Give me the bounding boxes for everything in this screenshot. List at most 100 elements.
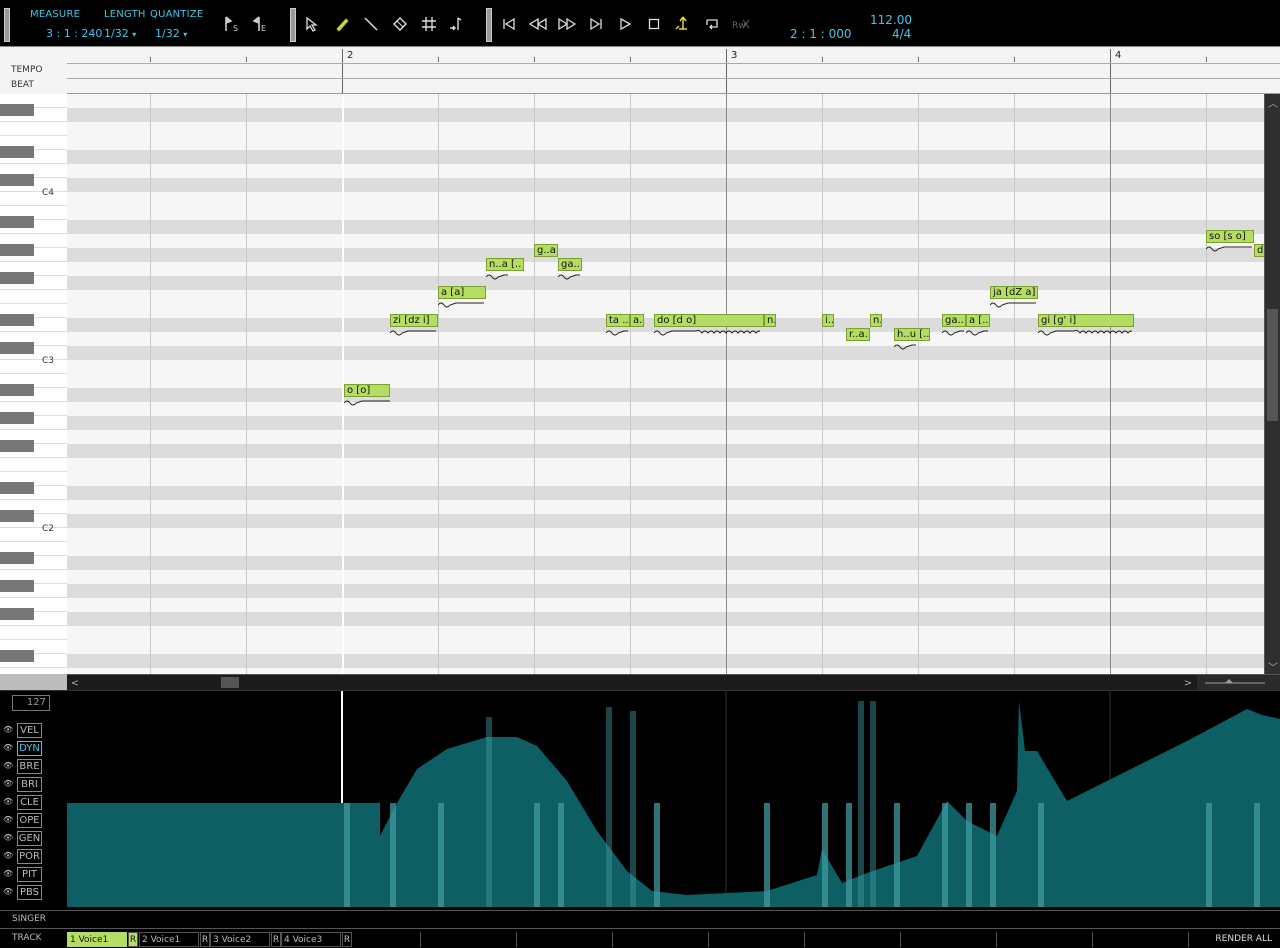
go-to-end-button[interactable] [584,12,608,36]
scroll-right-icon[interactable]: > [1181,676,1195,690]
vibrato-curve[interactable] [942,328,964,336]
tempo-row[interactable] [67,63,1280,78]
black-key[interactable] [0,146,34,158]
note[interactable]: gi [g' i] [1038,314,1134,327]
vibrato-curve[interactable] [390,328,436,336]
black-key[interactable] [0,552,34,564]
vibrato-curve[interactable] [990,300,1036,308]
track-tab-1[interactable]: 1 Voice1 [67,932,127,947]
control-graph[interactable] [67,691,1280,907]
render-toggle-4[interactable]: R [342,932,352,947]
velocity-bar[interactable] [1038,803,1044,907]
measure-ruler[interactable]: 2 3 4 [67,47,1280,63]
pencil-tool-button[interactable] [330,12,354,36]
eye-icon[interactable]: 👁 [3,869,15,879]
white-key[interactable] [0,122,67,136]
end-marker-button[interactable]: E [248,12,272,36]
note[interactable]: n.. [764,314,776,327]
note[interactable]: a [.. [966,314,990,327]
note[interactable]: so [s o] [1206,230,1254,243]
vibrato-curve[interactable] [438,300,484,308]
black-key[interactable] [0,440,34,452]
piano-keyboard[interactable]: C4 C3 C2 [0,94,67,674]
note[interactable]: i.. [822,314,834,327]
note[interactable]: o [o] [344,384,390,397]
toolbar-grip[interactable] [290,8,296,42]
note[interactable]: do [d o] [654,314,764,327]
white-key[interactable] [0,528,67,542]
velocity-bar[interactable] [654,803,660,907]
velocity-bar[interactable] [942,803,948,907]
note[interactable]: zi [dz i] [390,314,438,327]
note[interactable]: ja [dZ a] [990,286,1038,299]
quantize-dropdown[interactable]: 1/32 ▾ [155,27,187,40]
auto-scroll-button[interactable] [671,12,695,36]
velocity-bar[interactable] [630,711,636,907]
note[interactable]: n..a [.. [486,258,524,271]
scroll-up-icon[interactable]: ︿ [1266,95,1280,110]
toolbar-grip[interactable] [4,8,10,42]
param-pbs[interactable]: 👁 PBS [3,884,42,900]
velocity-bar[interactable] [846,803,852,907]
black-key[interactable] [0,244,34,256]
note[interactable]: ta ... [606,314,630,327]
eye-icon[interactable]: 👁 [3,833,15,843]
param-cle[interactable]: 👁 CLE [3,794,42,810]
line-tool-button[interactable] [359,12,383,36]
param-por[interactable]: 👁 POR [3,848,42,864]
black-key[interactable] [0,650,34,662]
render-toggle-3[interactable]: R [271,932,281,947]
vibrato-curve[interactable] [558,272,580,280]
black-key[interactable] [0,608,34,620]
black-key[interactable] [0,510,34,522]
stop-button[interactable] [642,12,666,36]
black-key[interactable] [0,216,34,228]
white-key[interactable] [0,626,67,640]
vertical-scroll-thumb[interactable] [1267,309,1278,421]
start-marker-button[interactable]: S [220,12,244,36]
black-key[interactable] [0,272,34,284]
black-key[interactable] [0,174,34,186]
black-key[interactable] [0,482,34,494]
velocity-bar[interactable] [764,803,770,907]
velocity-bar[interactable] [534,803,540,907]
auto-vibrato-button[interactable] [444,12,468,36]
black-key[interactable] [0,384,34,396]
vibrato-curve[interactable] [966,328,988,336]
vibrato-curve[interactable] [894,342,916,350]
rewind-button[interactable] [526,12,550,36]
vibrato-curve[interactable] [1038,328,1132,336]
dynamics-curve[interactable] [67,701,1280,907]
param-gen[interactable]: 👁 GEN [3,830,42,846]
scroll-down-icon[interactable]: ﹀ [1266,659,1280,674]
fast-forward-button[interactable] [555,12,579,36]
horizontal-scroll-thumb[interactable] [221,677,239,688]
velocity-bar[interactable] [990,803,996,907]
note[interactable]: a [a] [438,286,486,299]
param-ope[interactable]: 👁 OPE [3,812,42,828]
vibrato-curve[interactable] [606,328,628,336]
black-key[interactable] [0,314,34,326]
eye-icon[interactable]: 👁 [3,887,15,897]
velocity-bar[interactable] [438,803,444,907]
velocity-bar[interactable] [558,803,564,907]
note[interactable]: ga.. [558,258,582,271]
black-key[interactable] [0,580,34,592]
go-to-start-button[interactable] [497,12,521,36]
white-key[interactable] [0,290,67,304]
black-key[interactable] [0,412,34,424]
render-toggle-1[interactable]: R [128,932,138,947]
velocity-bar[interactable] [822,803,828,907]
render-all-button[interactable]: RENDER ALL [1215,934,1272,944]
velocity-bar[interactable] [606,707,612,907]
note[interactable]: n.. [870,314,882,327]
velocity-bar[interactable] [486,717,492,907]
white-key[interactable] [0,668,67,674]
beat-row[interactable] [67,78,1280,94]
param-bre[interactable]: 👁 BRE [3,758,42,774]
eye-icon[interactable]: 👁 [3,761,15,771]
vibrato-curve[interactable] [1206,244,1252,252]
length-dropdown[interactable]: 1/32 ▾ [104,27,136,40]
render-toggle-2[interactable]: R [200,932,210,947]
note[interactable]: r..a.. [846,328,870,341]
